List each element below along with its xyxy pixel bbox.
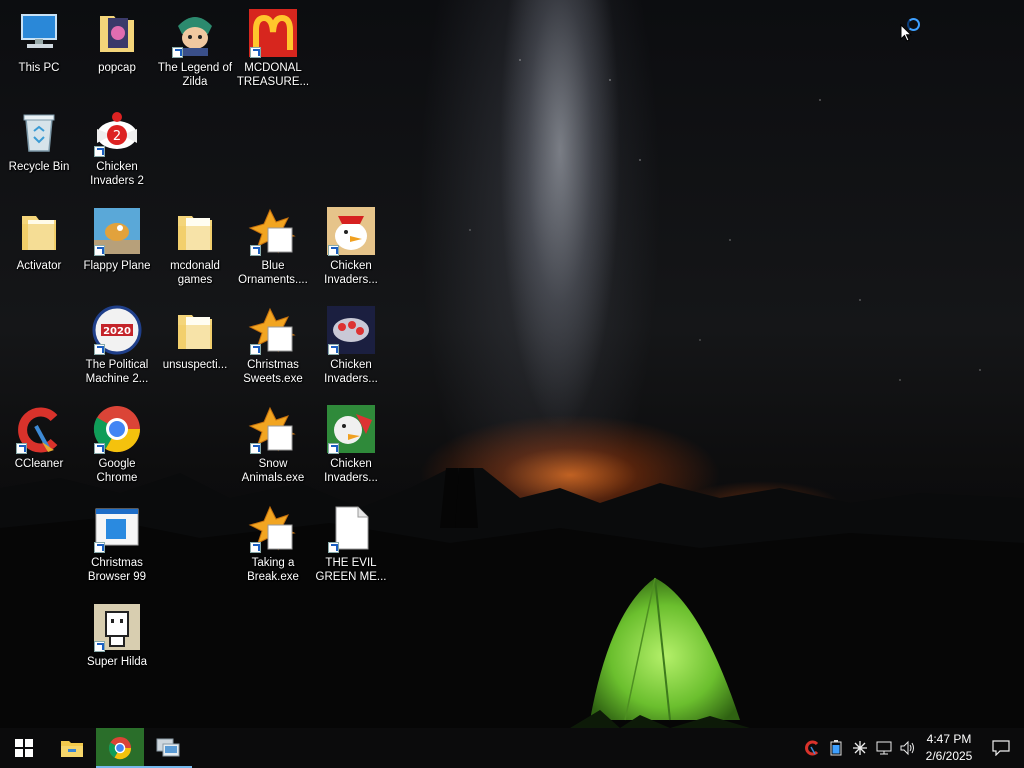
desktop-icon-flappy-plane[interactable]: Flappy Plane [79,202,155,298]
desktop-icon-blue-ornaments[interactable]: Blue Ornaments.... [235,202,311,298]
chicken-invaders-a-icon [326,206,376,256]
snow-animals-icon [248,404,298,454]
desktop-icon-this-pc[interactable]: This PC [1,4,77,100]
recycle-bin-icon [14,107,64,157]
ccleaner-tray-icon [805,740,819,756]
shortcut-arrow-icon [94,641,105,652]
ccleaner-tray-button[interactable] [800,728,824,768]
desktop-icon-legend-of-zilda[interactable]: The Legend of Zilda [157,4,233,100]
desktop-icon-ccleaner[interactable]: CCleaner [1,400,77,496]
shortcut-arrow-icon [172,47,183,58]
chicken-invaders-c-icon [326,404,376,454]
taskbar: 4:47 PM 2/6/2025 [0,728,1024,768]
christmas-browser-icon [92,503,142,553]
action-center-button[interactable] [978,728,1024,768]
system-tray: 4:47 PM 2/6/2025 [800,728,1024,768]
popcap-folder-icon [92,8,142,58]
chrome-icon [108,736,132,760]
desktop-icon-chicken-invaders-b[interactable]: Chicken Invaders... [313,301,389,397]
desktop-icon-unsuspecting[interactable]: unsuspecti... [157,301,233,397]
svg-text:2: 2 [113,129,121,144]
desktop-icon-chicken-invaders-a[interactable]: Chicken Invaders... [313,202,389,298]
shortcut-arrow-icon [94,542,105,553]
shortcut-arrow-icon [94,344,105,355]
desktop-icon-chicken-invaders-c[interactable]: Chicken Invaders... [313,400,389,496]
desktop-icon-google-chrome[interactable]: Google Chrome [79,400,155,496]
network-icon [876,741,892,755]
desktop-icon-chicken-invaders-2[interactable]: 2 Chicken Invaders 2 [79,103,155,199]
windows-start-icon [15,739,33,757]
desktop-icon-mcdonald-games[interactable]: mcdonald games [157,202,233,298]
shortcut-arrow-icon [328,443,339,454]
busy-spinner-icon [907,18,920,31]
desktop-icon-super-hilda[interactable]: Super Hilda [79,598,155,694]
bluetooth-button[interactable] [848,728,872,768]
legend-of-zilda-icon [170,8,220,58]
christmas-sweets-icon [248,305,298,355]
desktop-icon-recycle-bin[interactable]: Recycle Bin [1,103,77,199]
desktop-icon-christmas-browser[interactable]: Christmas Browser 99 [79,499,155,595]
shortcut-arrow-icon [16,443,27,454]
shortcut-arrow-icon [250,47,261,58]
taskbar-file-explorer[interactable] [48,728,96,768]
taskbar-remote-desktop[interactable] [144,728,192,768]
clock-date: 2/6/2025 [925,749,973,763]
taking-a-break-icon [248,503,298,553]
clock[interactable]: 4:47 PM 2/6/2025 [920,731,978,765]
taskbar-chrome[interactable] [96,728,144,768]
shortcut-arrow-icon [328,344,339,355]
desktop-icon-political-machine[interactable]: 2020 The Political Machine 2... [79,301,155,397]
ccleaner-icon [14,404,64,454]
mcdonald-treasure-icon [248,8,298,58]
tent [570,577,750,728]
chicken-invaders-2-icon: 2 [92,107,142,157]
shortcut-arrow-icon [328,542,339,553]
shortcut-arrow-icon [250,443,261,454]
mcdonald-games-folder-icon [170,206,220,256]
shortcut-arrow-icon [94,443,105,454]
shortcut-arrow-icon [250,542,261,553]
action-center-icon [992,740,1010,756]
flappy-plane-icon [92,206,142,256]
desktop-icon-activator[interactable]: Activator [1,202,77,298]
political-machine-icon: 2020 [92,305,142,355]
start-button[interactable] [0,728,48,768]
super-hilda-icon [92,602,142,652]
volume-button[interactable] [896,728,920,768]
blue-ornaments-icon [248,206,298,256]
desktop-icon-mcdonald-treasure[interactable]: MCDONAL TREASURE... [235,4,311,100]
network-button[interactable] [872,728,896,768]
remote-desktop-icon [156,738,180,757]
desktop-icon-christmas-sweets[interactable]: Christmas Sweets.exe [235,301,311,397]
shortcut-arrow-icon [250,344,261,355]
activator-folder-icon [14,206,64,256]
svg-text:2020: 2020 [103,326,131,337]
shortcut-arrow-icon [94,245,105,256]
unsuspecting-folder-icon [170,305,220,355]
desktop[interactable]: This PC Recycle Bin Activator CCleaner p… [0,0,1024,728]
chicken-invaders-b-icon [326,305,376,355]
desktop-icon-snow-animals[interactable]: Snow Animals.exe [235,400,311,496]
battery-button[interactable] [824,728,848,768]
desktop-icon-evil-green[interactable]: THE EVIL GREEN ME... [313,499,389,595]
this-pc-icon [14,8,64,58]
desktop-icon-taking-a-break[interactable]: Taking a Break.exe [235,499,311,595]
clock-time: 4:47 PM [926,732,972,746]
shortcut-arrow-icon [328,245,339,256]
google-chrome-icon [92,404,142,454]
volume-icon [900,740,914,756]
shortcut-arrow-icon [250,245,261,256]
bluetooth-icon [853,741,867,755]
desktop-icon-popcap[interactable]: popcap [79,4,155,100]
shortcut-arrow-icon [94,146,105,157]
evil-green-icon [326,503,376,553]
battery-icon [830,740,842,756]
file-explorer-icon [61,741,83,757]
